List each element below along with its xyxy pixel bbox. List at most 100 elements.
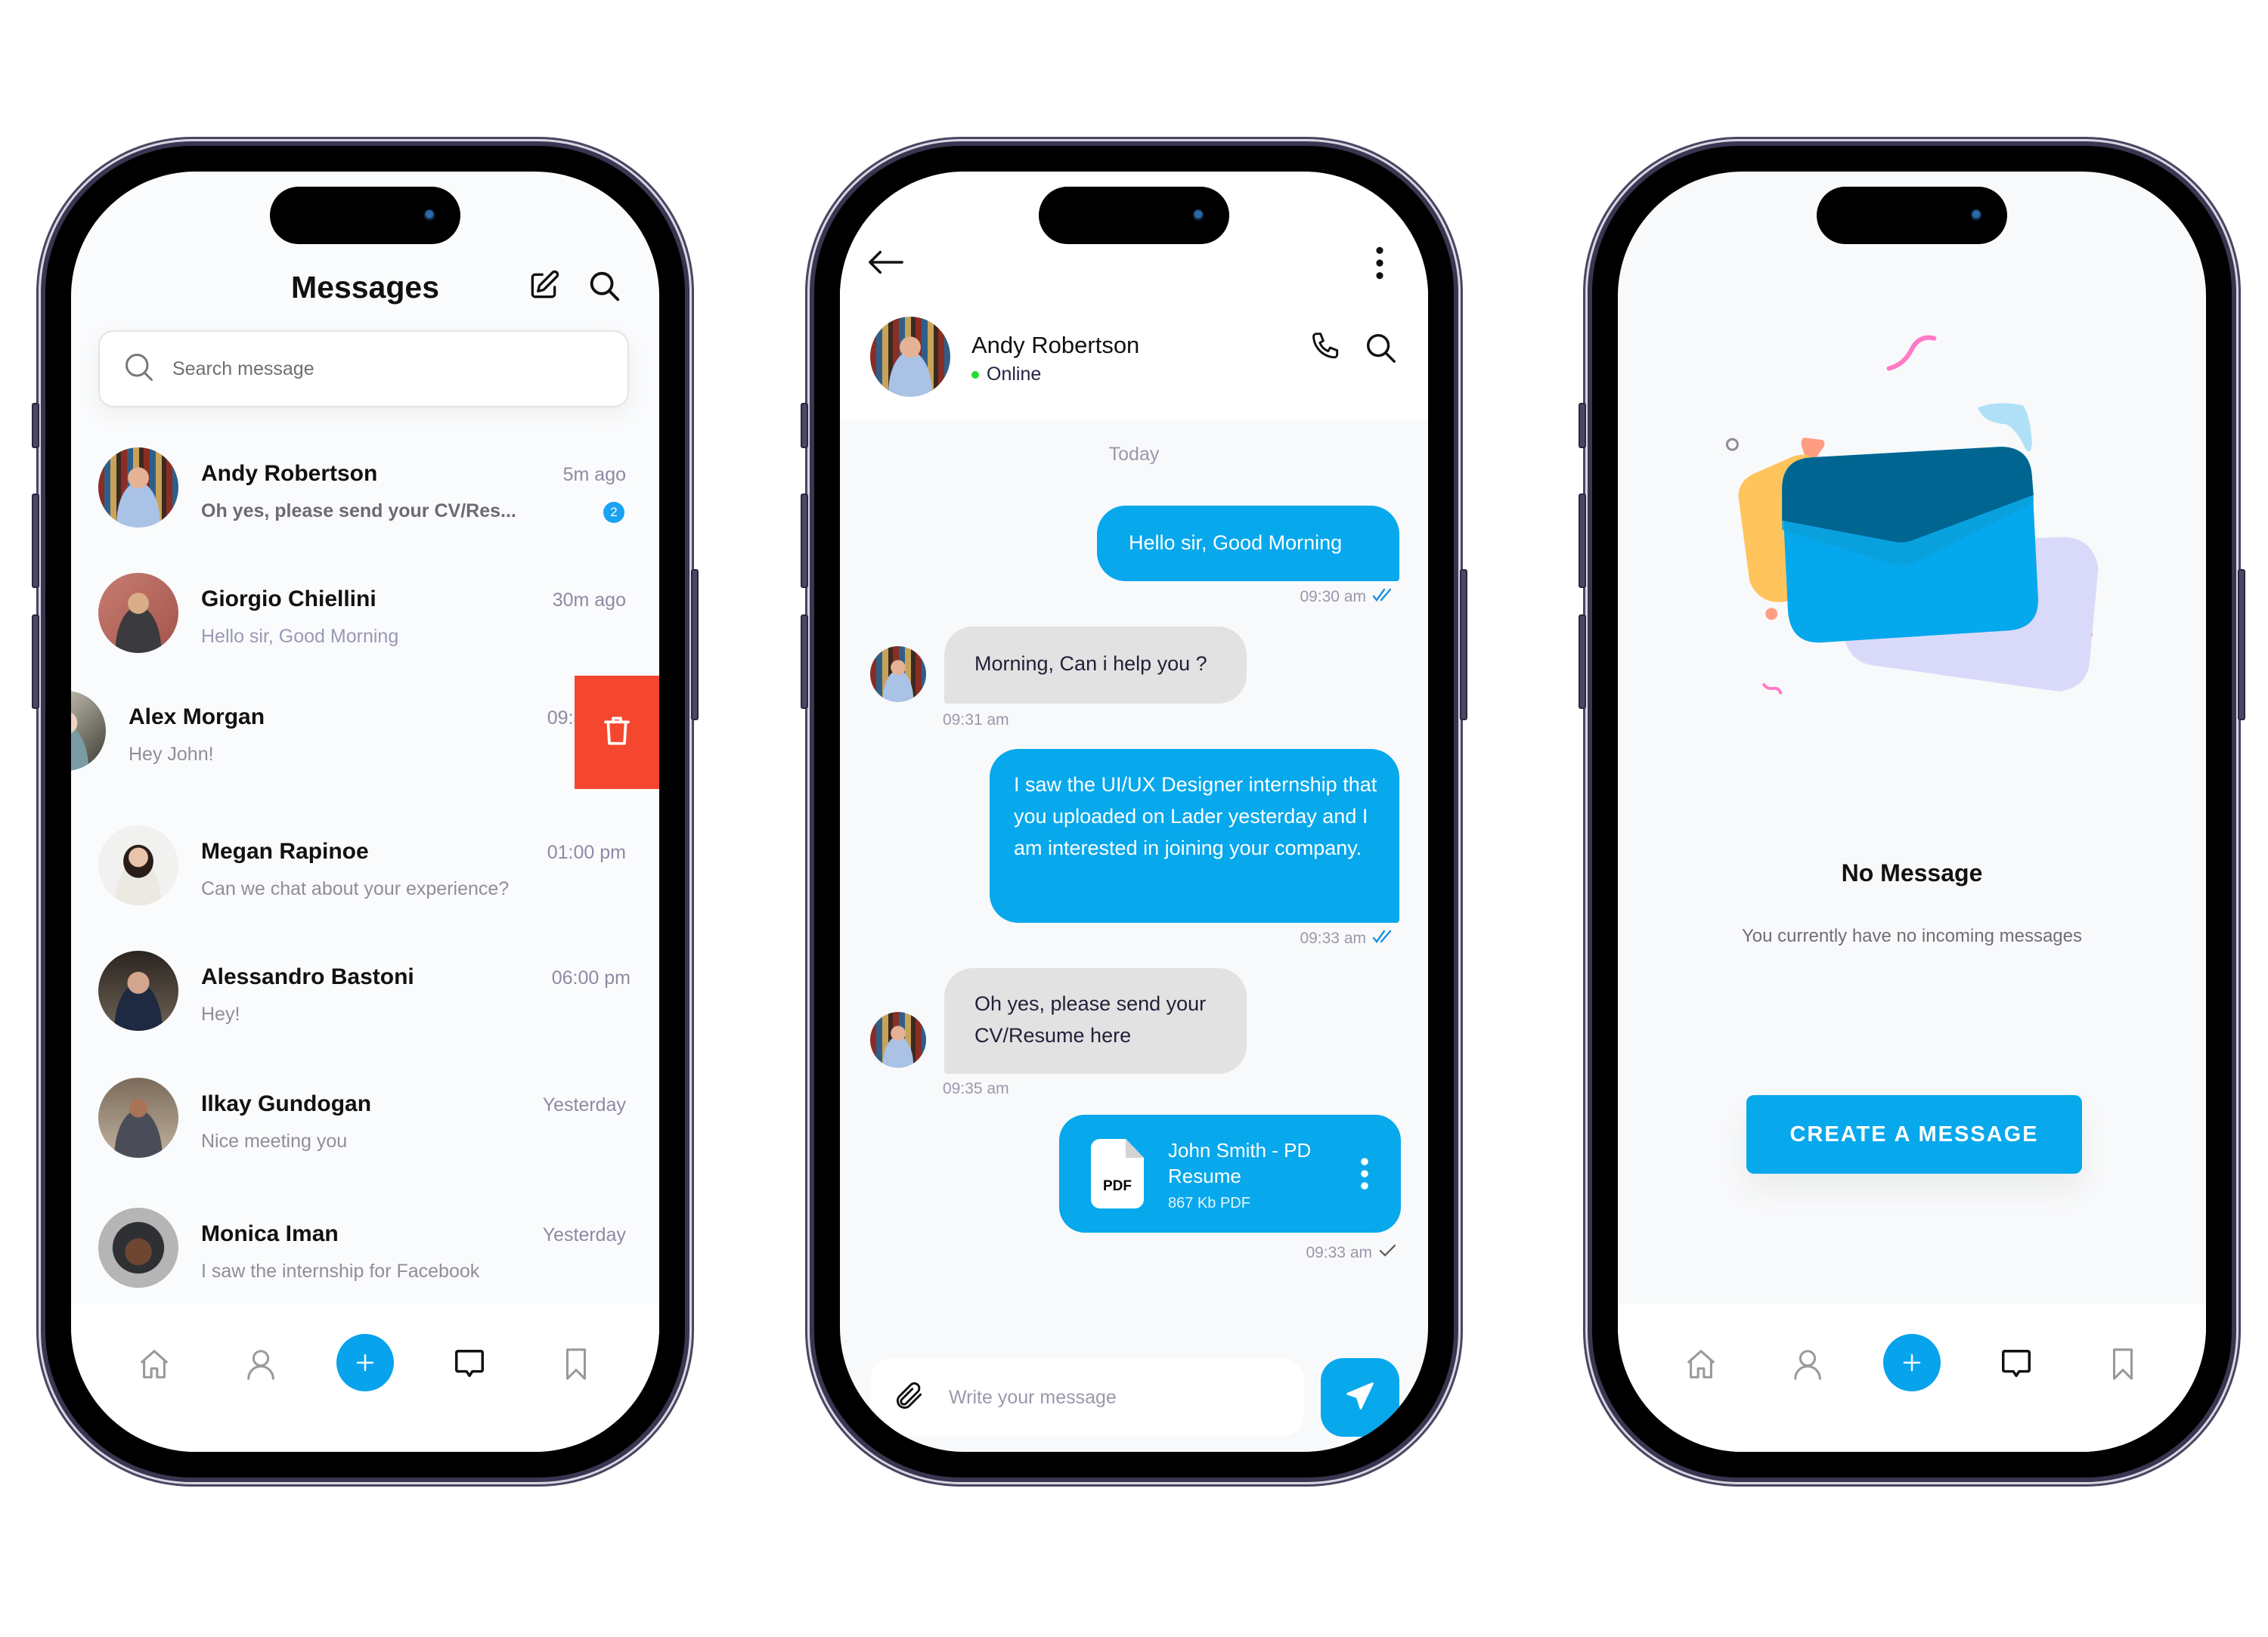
conversation-item[interactable]: Monica Iman I saw the internship for Fac… xyxy=(71,1193,659,1314)
home-icon[interactable] xyxy=(1671,1334,1731,1394)
conversation-item[interactable]: Giorgio Chiellini Hello sir, Good Mornin… xyxy=(71,558,659,679)
empty-state-subtitle: You currently have no incoming messages xyxy=(1741,926,2083,946)
double-check-icon xyxy=(1372,587,1398,607)
empty-state-screen: No Message You currently have no incomin… xyxy=(1618,172,2206,1452)
message-timestamp: 09:35 am xyxy=(943,1080,1009,1097)
contact-name: Monica Iman xyxy=(201,1221,339,1246)
chat-icon[interactable] xyxy=(439,1334,500,1394)
search-input[interactable] xyxy=(172,357,565,380)
message-preview: Nice meeting you xyxy=(201,1131,348,1152)
phone-call-icon[interactable] xyxy=(1307,329,1345,367)
envelope-illustration xyxy=(1725,335,2099,695)
sender-avatar xyxy=(870,646,926,702)
contact-name: Andy Robertson xyxy=(971,332,1140,358)
message-preview: Hello sir, Good Morning xyxy=(201,626,399,647)
avatar xyxy=(98,447,178,528)
contact-name: Andy Robertson xyxy=(201,461,378,486)
online-status: Online xyxy=(971,364,1041,385)
compose-icon[interactable] xyxy=(525,267,562,305)
trash-icon xyxy=(602,714,632,751)
timestamp: 30m ago xyxy=(552,590,626,611)
delete-button[interactable] xyxy=(575,676,659,789)
avatar xyxy=(98,825,178,905)
file-size: 867 Kb PDF xyxy=(1168,1195,1250,1212)
action-button xyxy=(1579,403,1586,448)
add-button[interactable] xyxy=(336,1334,394,1391)
back-arrow-icon[interactable] xyxy=(867,247,912,285)
create-message-button[interactable]: CREATE A MESSAGE xyxy=(1746,1095,2082,1174)
volume-up-button xyxy=(1579,494,1586,588)
empty-state-title: No Message xyxy=(1841,859,1983,887)
more-options-icon[interactable] xyxy=(1372,244,1402,289)
message-input[interactable] xyxy=(949,1386,1274,1409)
profile-icon[interactable] xyxy=(1777,1334,1838,1394)
message-bubble-incoming[interactable]: Oh yes, please send your CV/Resume here xyxy=(944,968,1247,1074)
message-preview: Can we chat about your experience? xyxy=(201,878,510,899)
double-check-icon xyxy=(1372,929,1398,948)
avatar xyxy=(71,691,106,771)
bottom-nav xyxy=(1618,1304,2206,1452)
conversation-item[interactable]: Alessandro Bastoni Hey! 06:00 pm xyxy=(71,936,659,1057)
bookmark-icon[interactable] xyxy=(2093,1334,2153,1394)
timestamp: Yesterday xyxy=(542,1224,626,1246)
power-button xyxy=(2238,569,2245,720)
message-timestamp: 09:31 am xyxy=(943,711,1009,729)
volume-down-button xyxy=(1579,614,1586,709)
conversation-item[interactable]: Ilkay Gundogan Nice meeting you Yesterda… xyxy=(71,1063,659,1184)
contact-name: Alex Morgan xyxy=(129,704,265,729)
conversation-item[interactable]: Andy Robertson Oh yes, please send your … xyxy=(71,432,659,553)
contact-name: Megan Rapinoe xyxy=(201,839,369,864)
sender-avatar xyxy=(870,1012,926,1068)
timestamp: 5m ago xyxy=(562,464,626,485)
search-icon[interactable] xyxy=(1362,329,1399,367)
message-timestamp: 09:30 am xyxy=(1300,587,1398,607)
bottom-nav xyxy=(71,1304,659,1452)
volume-up-button xyxy=(801,494,808,588)
search-icon xyxy=(122,351,156,388)
message-composer[interactable] xyxy=(870,1358,1304,1437)
send-button[interactable] xyxy=(1321,1358,1399,1437)
unread-badge: 2 xyxy=(603,502,624,523)
avatar xyxy=(98,1208,178,1288)
file-attachment-bubble[interactable]: PDF John Smith - PD Resume 867 Kb PDF xyxy=(1059,1115,1401,1233)
search-bar[interactable] xyxy=(98,330,629,407)
contact-name: Alessandro Bastoni xyxy=(201,964,414,989)
date-divider: Today xyxy=(1108,444,1160,465)
status-text: Online xyxy=(987,364,1042,385)
chat-icon[interactable] xyxy=(1986,1334,2046,1394)
pdf-file-icon: PDF xyxy=(1091,1139,1144,1208)
dynamic-island xyxy=(1817,187,2007,244)
message-bubble-incoming[interactable]: Morning, Can i help you ? xyxy=(944,627,1247,704)
phone-inbox: Messages Andy Robertson Oh yes, please s… xyxy=(32,141,699,1482)
message-preview: Hey John! xyxy=(129,744,214,765)
avatar xyxy=(98,951,178,1031)
phone-empty-state: No Message You currently have no incomin… xyxy=(1579,141,2245,1482)
timestamp: Yesterday xyxy=(542,1094,626,1116)
timestamp-text: 09:33 am xyxy=(1300,930,1366,947)
single-check-icon xyxy=(1378,1243,1398,1263)
avatar xyxy=(98,1078,178,1158)
message-preview: Hey! xyxy=(201,1004,240,1025)
volume-down-button xyxy=(801,614,808,709)
volume-down-button xyxy=(32,614,39,709)
message-bubble-outgoing[interactable]: Hello sir, Good Morning xyxy=(1097,506,1399,581)
online-dot-icon xyxy=(971,370,979,379)
bookmark-icon[interactable] xyxy=(546,1334,606,1394)
message-bubble-outgoing[interactable]: I saw the UI/UX Designer internship that… xyxy=(990,749,1399,923)
message-preview: Oh yes, please send your CV/Res... xyxy=(201,500,516,521)
home-icon[interactable] xyxy=(124,1334,184,1394)
file-type-label: PDF xyxy=(1103,1178,1132,1194)
dynamic-island xyxy=(1039,187,1229,244)
phone-chat: Andy Robertson Online Today Hello sir, G… xyxy=(801,141,1467,1482)
attachment-icon[interactable] xyxy=(893,1379,926,1416)
chat-screen: Andy Robertson Online Today Hello sir, G… xyxy=(840,172,1428,1452)
profile-icon[interactable] xyxy=(231,1334,291,1394)
file-options-icon[interactable] xyxy=(1359,1156,1374,1193)
contact-avatar[interactable] xyxy=(870,317,950,397)
send-icon xyxy=(1343,1379,1377,1416)
add-button[interactable] xyxy=(1882,1334,1941,1391)
camera xyxy=(1971,209,1981,221)
conversation-item[interactable]: Alex Morgan Hey John! 09:30 am xyxy=(71,676,659,797)
conversation-item[interactable]: Megan Rapinoe Can we chat about your exp… xyxy=(71,810,659,931)
search-icon[interactable] xyxy=(585,267,623,305)
